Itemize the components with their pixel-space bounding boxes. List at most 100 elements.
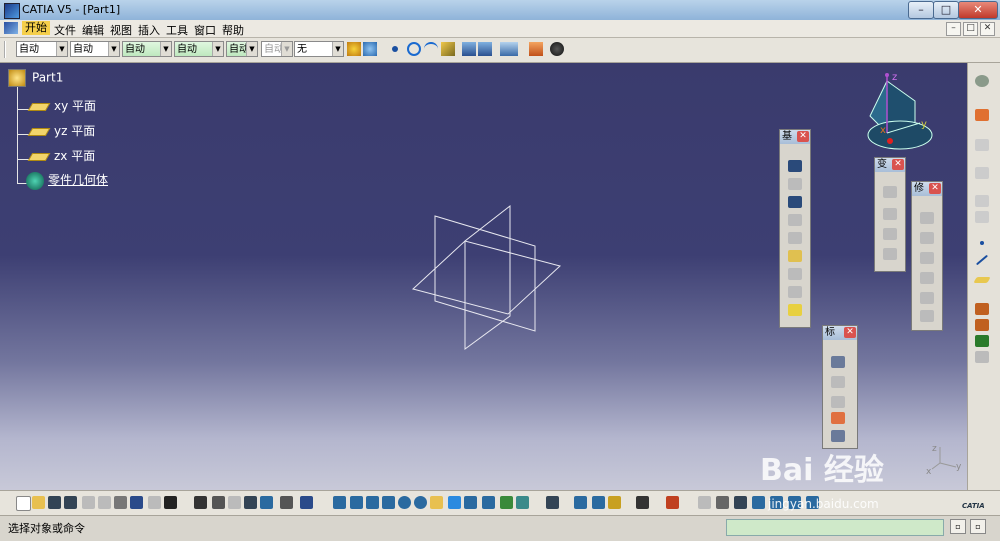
hole-icon[interactable] — [788, 250, 802, 262]
catalog-icon[interactable] — [546, 496, 559, 509]
rendering-combo[interactable]: 自动 ▼ — [261, 41, 293, 57]
constraint-icon[interactable] — [831, 412, 845, 424]
positioned-sketch-icon[interactable] — [975, 139, 989, 151]
tree-node-yz-plane[interactable]: yz 平面 — [27, 122, 95, 139]
fillet-icon[interactable] — [920, 212, 934, 224]
point-icon[interactable] — [980, 241, 984, 245]
point-icon[interactable] — [392, 46, 398, 52]
grid-icon[interactable] — [752, 496, 765, 509]
thickness-icon[interactable] — [920, 292, 934, 304]
text-annotation-icon[interactable] — [831, 356, 845, 368]
doc-minimize-button[interactable]: – — [946, 22, 961, 36]
point-symbol-combo[interactable]: 自动 ▼ — [226, 41, 258, 57]
layer-combo[interactable]: 无 ▼ — [294, 41, 344, 57]
spin-icon[interactable] — [698, 496, 711, 509]
light-icon[interactable] — [608, 496, 621, 509]
analysis-icon[interactable] — [592, 496, 605, 509]
open-icon[interactable] — [32, 496, 45, 509]
xy-plane-outline[interactable] — [434, 215, 536, 332]
document-icon[interactable] — [4, 22, 18, 34]
shell-icon[interactable] — [920, 272, 934, 284]
menu-tools[interactable]: 工具 — [166, 22, 188, 38]
new-icon[interactable] — [16, 496, 31, 511]
translate-icon[interactable] — [883, 186, 897, 198]
linewidth-combo[interactable]: 自动 ▼ — [122, 41, 172, 57]
sketcher-icon[interactable] — [975, 109, 989, 121]
command-input[interactable] — [726, 519, 944, 536]
measure-item-icon[interactable] — [975, 351, 989, 363]
annotations-palette[interactable]: 标 ✕ — [822, 325, 858, 449]
rotate-icon[interactable] — [382, 496, 395, 509]
reference-elements-palette[interactable]: 基 ✕ — [779, 129, 811, 328]
slot-icon[interactable] — [788, 286, 802, 298]
toolbar-grip[interactable] — [4, 41, 10, 58]
palette-close-button[interactable]: ✕ — [797, 131, 809, 142]
rule-icon[interactable] — [228, 496, 241, 509]
painter-icon[interactable] — [347, 42, 361, 56]
update-icon[interactable] — [300, 496, 313, 509]
status-button-1[interactable]: ▫ — [950, 519, 966, 534]
tree-node-part[interactable]: Part1 — [8, 69, 63, 87]
dimension-icon[interactable] — [831, 396, 845, 408]
compass[interactable] — [860, 71, 940, 156]
tree-node-part-body[interactable]: 零件几何体 — [26, 171, 108, 190]
minimize-button[interactable]: – — [908, 1, 934, 19]
loft-icon[interactable] — [788, 304, 802, 316]
linetype-combo[interactable]: 自动 ▼ — [174, 41, 224, 57]
comment-icon[interactable] — [212, 496, 225, 509]
pad-icon[interactable] — [788, 178, 802, 190]
menu-edit[interactable]: 编辑 — [82, 22, 104, 38]
close-button[interactable]: ✕ — [958, 1, 998, 19]
cut-icon[interactable] — [82, 496, 95, 509]
shaft-icon[interactable] — [788, 196, 802, 208]
output-feature-icon[interactable] — [975, 195, 989, 207]
chamfer-icon[interactable] — [920, 232, 934, 244]
boolean-icon[interactable] — [500, 42, 518, 56]
tree-expand-icon[interactable] — [666, 496, 679, 509]
extrude-icon[interactable] — [462, 42, 476, 56]
doc-close-button[interactable]: ✕ — [980, 22, 995, 36]
fly-mode-icon[interactable] — [333, 496, 346, 509]
circle-icon[interactable] — [424, 42, 438, 56]
iso-view-icon[interactable] — [464, 496, 477, 509]
color-combo[interactable]: 自动 ▼ — [16, 41, 68, 57]
knowledge-icon[interactable] — [529, 42, 543, 56]
flag-note-icon[interactable] — [831, 376, 845, 388]
apply-style-icon[interactable] — [363, 42, 377, 56]
fit-all-icon[interactable] — [350, 496, 363, 509]
spline-icon[interactable] — [407, 42, 421, 56]
transparency-combo[interactable]: 自动 ▼ — [70, 41, 120, 57]
normal-view-icon[interactable] — [430, 496, 443, 509]
palette-close-button[interactable]: ✕ — [844, 327, 856, 338]
status-button-2[interactable]: ▫ — [970, 519, 986, 534]
swap-space-icon[interactable] — [516, 496, 529, 509]
maximize-button[interactable]: □ — [933, 1, 959, 19]
table-icon[interactable] — [244, 496, 257, 509]
parameters-icon[interactable] — [260, 496, 273, 509]
dress-up-palette[interactable]: 修 ✕ — [911, 181, 943, 331]
palette-close-button[interactable]: ✕ — [929, 183, 941, 194]
menu-file[interactable]: 文件 — [54, 22, 76, 38]
menu-insert[interactable]: 插入 — [138, 22, 160, 38]
redo-icon[interactable] — [148, 496, 161, 509]
plane-icon[interactable] — [441, 42, 455, 56]
pattern-icon[interactable] — [883, 228, 897, 240]
reference-planes-wireframe[interactable] — [405, 201, 565, 351]
palette-close-button[interactable]: ✕ — [892, 159, 904, 170]
pocket-icon[interactable] — [788, 214, 802, 226]
paste-icon[interactable] — [114, 496, 127, 509]
copy-icon[interactable] — [98, 496, 111, 509]
draft-icon[interactable] — [920, 252, 934, 264]
hide-show-icon[interactable] — [500, 496, 513, 509]
measure-icon[interactable] — [574, 496, 587, 509]
doc-restore-button[interactable]: □ — [963, 22, 978, 36]
hand-icon[interactable] — [716, 496, 729, 509]
select-icon[interactable] — [975, 75, 989, 87]
zoom-out-icon[interactable] — [414, 496, 427, 509]
exit-icon[interactable] — [975, 167, 989, 179]
scale-icon[interactable] — [883, 248, 897, 260]
rib-icon[interactable] — [788, 268, 802, 280]
line-icon[interactable] — [975, 254, 989, 266]
whats-this-icon[interactable] — [164, 496, 177, 509]
sketch-icon[interactable] — [788, 160, 802, 172]
